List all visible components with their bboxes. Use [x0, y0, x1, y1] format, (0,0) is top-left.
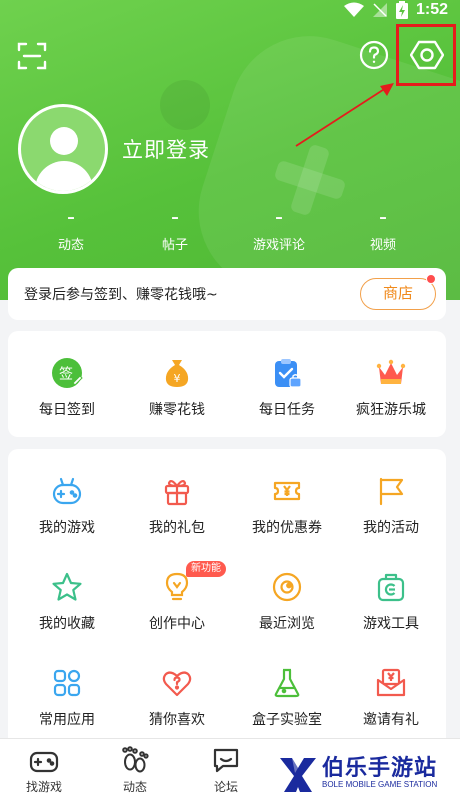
- menu-item-label: 猜你喜欢: [149, 712, 205, 728]
- menu-item-my-gifts[interactable]: 我的礼包: [122, 475, 232, 537]
- flask-icon: [271, 667, 303, 699]
- stat-label: 帖子: [161, 238, 188, 253]
- nav-moments[interactable]: 动态: [105, 745, 165, 795]
- annotation-arrow-icon: [295, 83, 394, 147]
- menu-item-label: 我的游戏: [39, 520, 95, 536]
- toolbox-icon: [375, 571, 407, 603]
- help-question-icon: [359, 40, 389, 70]
- help-button[interactable]: [359, 40, 389, 70]
- chat-bubble-icon: [211, 745, 241, 775]
- my-features-card: 我的游戏 我的礼包 我的优惠券 我的活动 我的收藏 新功能 创作中心 最近浏览 …: [8, 449, 446, 739]
- stat-game-reviews[interactable]: – 游戏评论: [229, 208, 329, 253]
- menu-item-invite-rewards[interactable]: 邀请有礼: [336, 667, 446, 729]
- stat-label: 游戏评论: [252, 238, 305, 253]
- scan-icon: [17, 42, 47, 70]
- quick-action-label: 疯狂游乐城: [356, 402, 426, 418]
- scan-button[interactable]: [16, 40, 48, 72]
- menu-item-label: 我的收藏: [39, 616, 95, 632]
- watermark-emblem-icon: [280, 758, 316, 792]
- quick-action-label: 每日签到: [39, 402, 95, 418]
- avatar[interactable]: [18, 104, 108, 194]
- gamepad-icon: [51, 475, 83, 507]
- svg-text:签: 签: [59, 366, 73, 383]
- stat-value: –: [379, 208, 387, 226]
- menu-item-my-coupons[interactable]: 我的优惠券: [232, 475, 342, 537]
- stat-value: –: [171, 208, 179, 226]
- stat-value: –: [67, 208, 75, 226]
- no-signal-icon: [372, 3, 387, 17]
- stat-posts[interactable]: – 帖子: [125, 208, 225, 253]
- nav-label: 找游戏: [25, 780, 62, 794]
- apps-grid-icon: [51, 667, 83, 699]
- money-bag-icon: ¥: [161, 357, 193, 389]
- stat-label: 视频: [369, 238, 396, 253]
- shop-button[interactable]: 商店: [360, 278, 436, 310]
- coupon-icon: [271, 475, 303, 507]
- quick-action-daily-tasks[interactable]: 每日任务: [232, 357, 342, 419]
- watermark-title: 伯乐手游站: [322, 756, 438, 781]
- nav-forum[interactable]: 论坛: [196, 745, 256, 795]
- quick-action-crazy-park[interactable]: 疯狂游乐城: [336, 357, 446, 419]
- menu-item-box-lab[interactable]: 盒子实验室: [232, 667, 342, 729]
- background-decoration: [160, 80, 210, 130]
- menu-item-creation-center[interactable]: 新功能 创作中心: [122, 561, 232, 633]
- menu-item-my-favorites[interactable]: 我的收藏: [12, 571, 122, 633]
- crown-icon: [375, 357, 407, 389]
- menu-item-my-events[interactable]: 我的活动: [336, 475, 446, 537]
- avatar-head: [50, 127, 78, 155]
- menu-item-label: 盒子实验室: [252, 712, 322, 728]
- notification-dot: [426, 274, 436, 284]
- status-bar: 1:52: [343, 0, 448, 20]
- menu-item-label: 我的活动: [363, 520, 419, 536]
- stat-moments[interactable]: – 动态: [21, 208, 121, 253]
- heart-question-icon: [161, 667, 193, 699]
- nav-label: 论坛: [213, 780, 238, 794]
- wifi-icon: [343, 2, 364, 17]
- menu-item-label: 我的优惠券: [252, 520, 322, 536]
- stat-videos[interactable]: – 视频: [333, 208, 433, 253]
- quick-action-label: 赚零花钱: [149, 402, 205, 418]
- menu-item-label: 邀请有礼: [363, 712, 419, 728]
- menu-item-label: 游戏工具: [363, 616, 419, 632]
- menu-item-my-games[interactable]: 我的游戏: [12, 475, 122, 537]
- menu-item-label: 我的礼包: [149, 520, 205, 536]
- flag-icon: [375, 475, 407, 507]
- annotation-highlight-box: [396, 24, 456, 86]
- stat-label: 动态: [57, 238, 84, 253]
- profile-header: 1:52 立即登录 – 动态 – 帖子 – 游戏评论 – 视频: [0, 0, 460, 300]
- svg-text:¥: ¥: [174, 372, 181, 385]
- watermark-logo: 伯乐手游站 BOLE MOBILE GAME STATION: [274, 746, 460, 800]
- menu-item-label: 创作中心: [149, 616, 205, 632]
- notice-text: 登录后参与签到、赚零花钱哦~: [24, 287, 218, 303]
- new-feature-badge: 新功能: [186, 561, 226, 577]
- sign-in-icon: 签: [51, 357, 83, 389]
- battery-charging-icon: [395, 1, 408, 19]
- invite-envelope-icon: [375, 667, 407, 699]
- stat-value: –: [275, 208, 283, 226]
- menu-item-guess-you-like[interactable]: 猜你喜欢: [122, 667, 232, 729]
- menu-item-label: 最近浏览: [259, 616, 315, 632]
- quick-action-daily-sign-in[interactable]: 签 每日签到: [12, 357, 122, 419]
- quick-action-label: 每日任务: [259, 402, 315, 418]
- nav-find-games[interactable]: 找游戏: [14, 745, 74, 795]
- footprint-icon: [120, 745, 150, 775]
- nav-label: 动态: [122, 780, 147, 794]
- quick-actions-card: 签 每日签到 ¥ 赚零花钱 每日任务 疯狂游乐城: [8, 331, 446, 437]
- menu-item-game-tools[interactable]: 游戏工具: [336, 571, 446, 633]
- eye-icon: [271, 571, 303, 603]
- menu-item-recent-views[interactable]: 最近浏览: [232, 571, 342, 633]
- gamepad-nav-icon: [29, 745, 59, 775]
- login-notice-card: 登录后参与签到、赚零花钱哦~ 商店: [8, 268, 446, 320]
- task-clipboard-icon: [271, 357, 303, 389]
- avatar-body: [35, 161, 93, 191]
- login-button[interactable]: 立即登录: [122, 134, 210, 164]
- menu-item-common-apps[interactable]: 常用应用: [12, 667, 122, 729]
- quick-action-earn-money[interactable]: ¥ 赚零花钱: [122, 357, 232, 419]
- star-icon: [51, 571, 83, 603]
- gift-icon: [161, 475, 193, 507]
- menu-item-label: 常用应用: [39, 712, 95, 728]
- status-time: 1:52: [415, 1, 448, 18]
- watermark-subtitle: BOLE MOBILE GAME STATION: [322, 780, 438, 789]
